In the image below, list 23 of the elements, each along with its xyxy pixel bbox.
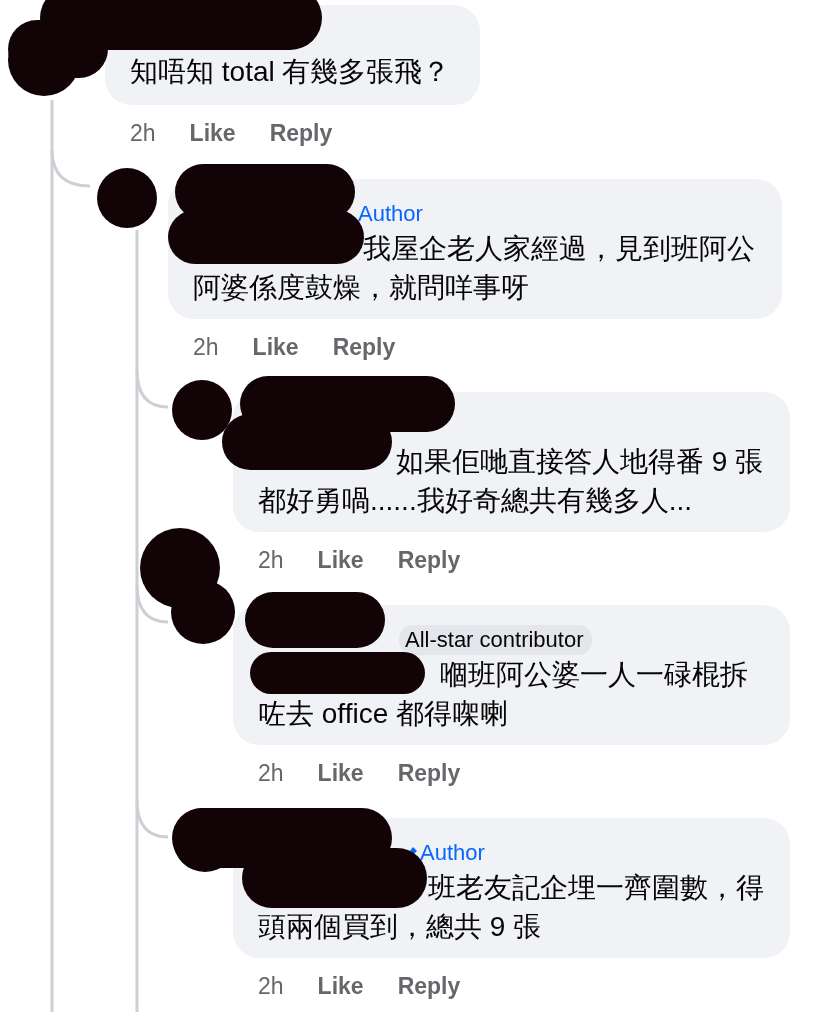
comment-time: 2h bbox=[258, 972, 284, 1000]
like-button[interactable]: Like bbox=[317, 972, 364, 1000]
like-button[interactable]: Like bbox=[317, 759, 364, 787]
like-button[interactable]: Like bbox=[189, 119, 236, 147]
comment-time: 2h bbox=[258, 546, 284, 574]
contributor-badge: All-star contributor bbox=[399, 625, 592, 655]
reply-button[interactable]: Reply bbox=[397, 972, 461, 1000]
comment-time: 2h bbox=[258, 759, 284, 787]
reply-button[interactable]: Reply bbox=[397, 759, 461, 787]
reply-button[interactable]: Reply bbox=[269, 119, 333, 147]
comment-text: 班老友記企埋一齊圍數，得頭兩個買到，總共 9 張 bbox=[258, 871, 765, 944]
comment-time: 2h bbox=[193, 333, 219, 361]
reply-button[interactable]: Reply bbox=[332, 333, 396, 361]
comment-text: 如果佢哋直接答人地得番 9 張都好勇喎......我好奇總共有幾多人... bbox=[258, 445, 765, 518]
like-button[interactable]: Like bbox=[252, 333, 299, 361]
comment-text: 知唔知 total 有幾多張飛？ bbox=[130, 55, 451, 89]
role-label: Author bbox=[420, 839, 485, 867]
role-label: Author bbox=[358, 200, 423, 228]
comment-text: 嗰班阿公婆一人一碌棍拆咗去 office 都得㗎喇 bbox=[258, 658, 749, 731]
comment-text: 我屋企老人家經過，見到班阿公阿婆係度鼓燥，就問咩事呀 bbox=[193, 232, 756, 305]
comment-time: 2h bbox=[130, 119, 156, 147]
reply-button[interactable]: Reply bbox=[397, 546, 461, 574]
like-button[interactable]: Like bbox=[317, 546, 364, 574]
